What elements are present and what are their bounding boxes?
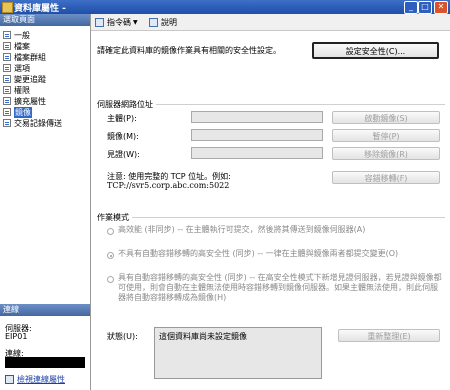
high-safety-auto-failover-label: 具有自動容錯移轉的高安全性 (同步) -- 在高安全性模式下新增見證伺服器，若見… — [118, 273, 442, 302]
witness-address-field[interactable] — [191, 147, 323, 159]
server-value: EIP01 — [5, 332, 28, 341]
server-addresses-group: 伺服器網路位址 — [97, 99, 156, 110]
script-icon — [95, 17, 104, 27]
status-label: 狀態(U): — [107, 332, 138, 341]
page-icon — [3, 53, 11, 61]
nav-item-general[interactable]: 一般 — [3, 30, 30, 40]
window-title: 資料庫屬性 - — [14, 4, 66, 14]
start-mirroring-button[interactable]: 啟動鏡像(S) — [332, 111, 440, 124]
intro-text: 請確定此資料庫的鏡像作業具有相關的安全性設定。 — [97, 46, 281, 55]
nav-item-filegroups[interactable]: 檔案群組 — [3, 52, 46, 62]
left-pane: 選取頁面 一般 檔案 檔案群組 選項 變更追蹤 權限 擴充屬性 鏡像 交易記錄傳… — [0, 14, 91, 390]
mirror-label: 鏡像(M): — [107, 132, 139, 141]
principal-label: 主體(P): — [107, 114, 137, 123]
nav-item-change-tracking[interactable]: 變更追蹤 — [3, 74, 46, 84]
close-button[interactable]: ✕ — [434, 1, 448, 14]
minimize-button[interactable]: _ — [404, 1, 418, 14]
page-icon — [3, 64, 11, 72]
nav-item-files[interactable]: 檔案 — [3, 41, 30, 51]
page-icon — [3, 108, 11, 116]
status-value: 這個資料庫尚未設定鏡像 — [159, 332, 247, 341]
chevron-down-icon[interactable]: ▼ — [133, 19, 138, 26]
remove-mirroring-button[interactable]: 移除鏡像(R) — [332, 147, 440, 160]
toolbar: 指令碼 ▼ 說明 — [91, 14, 450, 31]
title-bar: 資料庫屬性 - _ □ ✕ — [0, 0, 450, 14]
status-box: 這個資料庫尚未設定鏡像 — [154, 327, 322, 379]
high-safety-auto-failover-radio[interactable] — [107, 276, 114, 283]
nav-item-options[interactable]: 選項 — [3, 63, 30, 73]
nav-item-mirroring[interactable]: 鏡像 — [3, 106, 32, 118]
page-icon — [3, 86, 11, 94]
principal-address-field[interactable] — [191, 111, 323, 123]
page-icon — [3, 119, 11, 127]
connection-value-redacted — [5, 357, 85, 368]
failover-button[interactable]: 容錯移轉(F) — [332, 171, 440, 184]
page-icon — [3, 97, 11, 105]
witness-label: 見證(W): — [107, 150, 140, 159]
operating-mode-group: 作業模式 — [97, 212, 132, 223]
view-connection-properties-link[interactable]: 檢視連線屬性 — [5, 374, 65, 385]
main-panel: 請確定此資料庫的鏡像作業具有相關的安全性設定。 設定安全性(C)... 伺服器網… — [91, 31, 450, 390]
high-safety-label: 不具有自動容錯移轉的高安全性 (同步) -- 一律在主體與鏡像兩者都提交變更(O… — [118, 249, 399, 258]
pause-button[interactable]: 暫停(P) — [332, 129, 440, 142]
page-icon — [3, 42, 11, 50]
maximize-button[interactable]: □ — [418, 1, 432, 14]
page-icon — [3, 75, 11, 83]
nav-item-log-shipping[interactable]: 交易記錄傳送 — [3, 118, 62, 128]
help-icon — [149, 17, 158, 27]
database-icon — [2, 2, 13, 13]
high-safety-radio[interactable] — [107, 252, 114, 259]
high-performance-radio[interactable] — [107, 228, 114, 235]
note-example: TCP://svr5.corp.abc.com:5022 — [107, 181, 230, 190]
properties-icon — [5, 375, 14, 384]
help-button[interactable]: 說明 — [149, 16, 177, 28]
nav-item-extended-properties[interactable]: 擴充屬性 — [3, 96, 46, 106]
configure-security-button[interactable]: 設定安全性(C)... — [312, 42, 439, 59]
high-performance-label: 高效能 (非同步) -- 在主體執行可提交，然後將其傳送到鏡像伺服器(A) — [118, 225, 366, 234]
connection-header: 連線 — [0, 304, 90, 316]
page-icon — [3, 31, 11, 39]
nav-item-permissions[interactable]: 權限 — [3, 85, 30, 95]
mirror-address-field[interactable] — [191, 129, 323, 141]
refresh-button[interactable]: 重新整理(E) — [338, 329, 440, 342]
script-button[interactable]: 指令碼 ▼ — [95, 16, 138, 28]
select-page-header: 選取頁面 — [0, 14, 90, 26]
